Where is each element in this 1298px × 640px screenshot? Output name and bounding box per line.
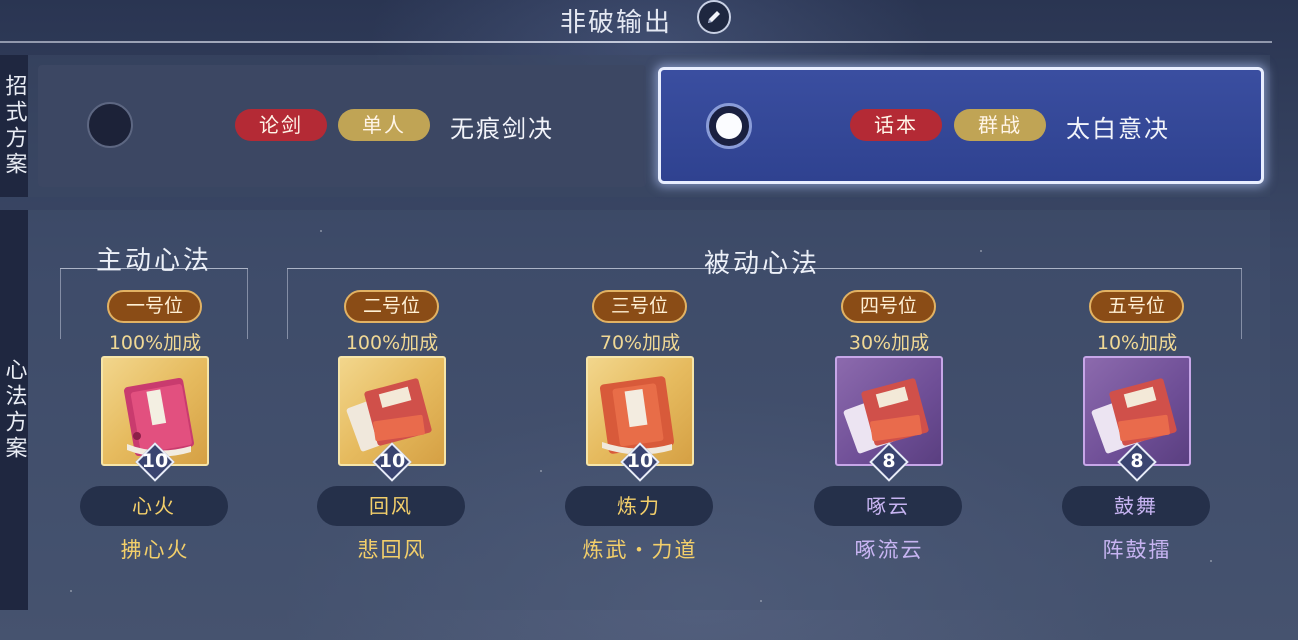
skill-subtitle: 悲回风 — [357, 538, 427, 562]
header-divider — [0, 41, 1272, 43]
skill-name-pill[interactable]: 啄云 — [814, 486, 962, 526]
slot-bonus: 70%加成 — [599, 332, 681, 354]
slot-position-badge: 一号位 — [107, 290, 202, 323]
plan-tag-mode: 话本 — [850, 109, 942, 141]
skill-name-pill[interactable]: 炼力 — [565, 486, 713, 526]
slot-bonus: 100%加成 — [108, 332, 202, 354]
skill-subtitle: 啄流云 — [854, 538, 924, 562]
xinfa-slot-4[interactable]: 四号位 30%加成 8 啄云 啄流云 — [814, 290, 964, 562]
level-badge: 10 — [135, 442, 175, 482]
skill-plan-card-2[interactable]: 话本 群战 太白意决 — [658, 67, 1264, 184]
xinfa-slot-2[interactable]: 二号位 100%加成 10 回风 悲回风 — [317, 290, 467, 562]
plan-tag-mode: 论剑 — [235, 109, 327, 141]
side-label-skill-plan: 招式方案 — [0, 55, 28, 197]
plan-radio-selected[interactable] — [706, 103, 752, 149]
slot-bonus: 10%加成 — [1096, 332, 1178, 354]
radio-selected-dot — [716, 113, 742, 139]
level-badge: 10 — [372, 442, 412, 482]
plan-name: 太白意决 — [1066, 115, 1170, 143]
slot-bonus: 30%加成 — [848, 332, 930, 354]
slot-position-badge: 四号位 — [841, 290, 936, 323]
skill-name-pill[interactable]: 回风 — [317, 486, 465, 526]
skill-plan-row: 论剑 单人 无痕剑决 话本 群战 太白意决 — [28, 55, 1270, 197]
level-badge: 10 — [620, 442, 660, 482]
skill-subtitle: 阵鼓擂 — [1102, 538, 1172, 562]
slot-bonus: 100%加成 — [345, 332, 439, 354]
side-label-xinfa-plan: 心法方案 — [0, 210, 28, 610]
plan-radio-unselected[interactable] — [87, 102, 133, 148]
skill-plan-card-1[interactable]: 论剑 单人 无痕剑决 — [38, 65, 646, 187]
edit-title-button[interactable] — [697, 0, 731, 34]
header: 非破输出 — [0, 0, 1298, 43]
plan-tag-type: 群战 — [954, 109, 1046, 141]
level-number: 10 — [626, 450, 654, 472]
skill-subtitle: 炼武・力道 — [582, 538, 698, 562]
pencil-icon — [708, 11, 720, 23]
xinfa-slot-3[interactable]: 三号位 70%加成 10 炼力 炼武・力道 — [565, 290, 715, 562]
slot-position-badge: 二号位 — [344, 290, 439, 323]
level-badge: 8 — [869, 442, 909, 482]
page-title: 非破输出 — [560, 8, 673, 38]
plan-tag-type: 单人 — [338, 109, 430, 141]
slot-position-badge: 三号位 — [592, 290, 687, 323]
passive-section-title: 被动心法 — [704, 249, 821, 279]
level-number: 10 — [378, 450, 406, 472]
level-badge: 8 — [1117, 442, 1157, 482]
plan-name: 无痕剑决 — [450, 115, 554, 143]
level-number: 10 — [141, 450, 169, 472]
xinfa-slot-1[interactable]: 一号位 100%加成 10 心火 拂心火 — [80, 290, 230, 562]
xinfa-slot-5[interactable]: 五号位 10%加成 8 鼓舞 阵鼓擂 — [1062, 290, 1212, 562]
skill-name-pill[interactable]: 心火 — [80, 486, 228, 526]
side-label-xinfa-plan-text: 心法方案 — [1, 358, 27, 462]
slot-position-badge: 五号位 — [1089, 290, 1184, 323]
side-label-skill-plan-text: 招式方案 — [1, 74, 27, 178]
skill-subtitle: 拂心火 — [120, 538, 190, 562]
skill-name-pill[interactable]: 鼓舞 — [1062, 486, 1210, 526]
level-number: 8 — [1130, 450, 1144, 472]
active-section-title: 主动心法 — [96, 246, 213, 276]
level-number: 8 — [882, 450, 896, 472]
